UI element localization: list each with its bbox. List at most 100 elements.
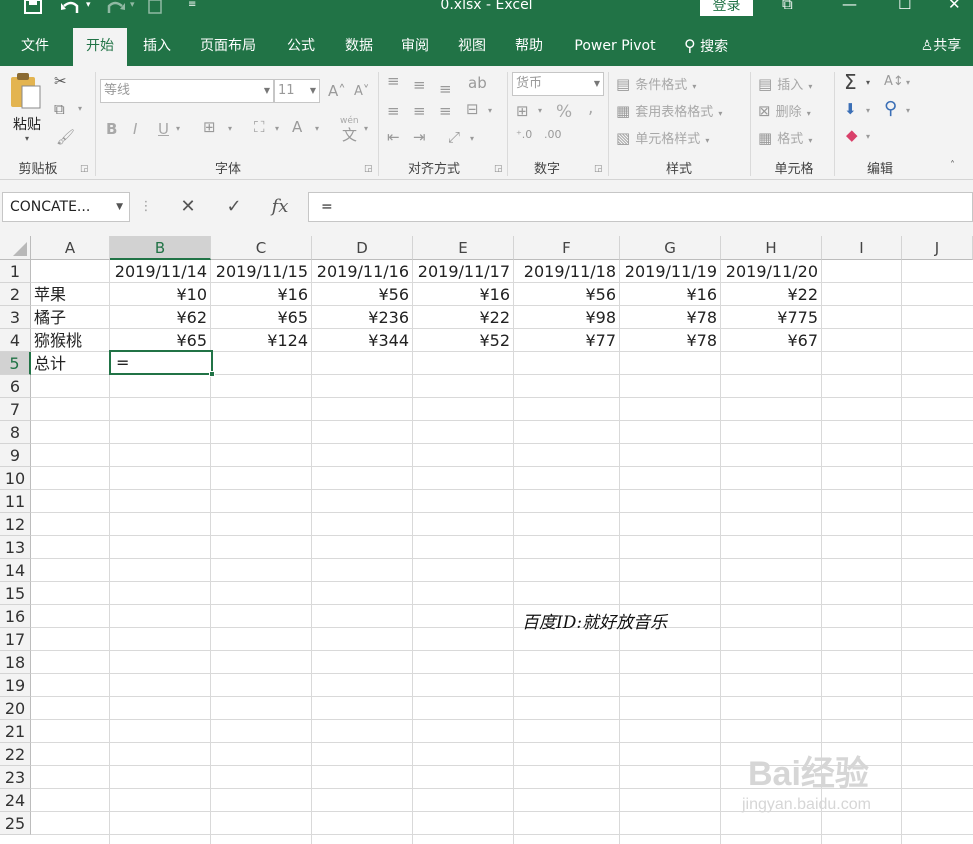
login-button[interactable]: 登录	[700, 0, 753, 16]
align-center-icon[interactable]: ≡	[413, 102, 426, 120]
number-format-combo[interactable]: 货币 ▼	[512, 72, 604, 96]
bold-button[interactable]: B	[106, 120, 117, 138]
row-header-6[interactable]: 6	[0, 375, 31, 398]
row-header-9[interactable]: 9	[0, 444, 31, 467]
tab-power-pivot[interactable]: Power Pivot	[564, 28, 666, 66]
row-header-3[interactable]: 3	[0, 306, 31, 329]
price-cell[interactable]: ¥77	[514, 329, 619, 352]
row-header-5[interactable]: 5	[0, 352, 31, 375]
decrease-font-size-icon[interactable]: A˅	[354, 84, 369, 99]
price-cell[interactable]: ¥65	[211, 306, 311, 329]
row-label-cell[interactable]: 猕猴桃	[31, 329, 109, 352]
row-label-cell[interactable]: 苹果	[31, 283, 109, 306]
accounting-format-icon[interactable]: ⊞	[516, 102, 529, 120]
delete-cells-button[interactable]: ⊠ 删除 ▾	[758, 101, 811, 120]
fill-color-dropdown-icon[interactable]: ▾	[275, 124, 279, 133]
merge-center-icon[interactable]: ⊟	[466, 100, 479, 118]
increase-font-size-icon[interactable]: A˄	[328, 82, 346, 100]
price-cell[interactable]: ¥16	[413, 283, 513, 306]
align-top-icon[interactable]: ≡	[387, 72, 400, 90]
enter-formula-button[interactable]: ✓	[214, 192, 254, 222]
price-cell[interactable]: ¥344	[312, 329, 412, 352]
clipboard-dialog-launcher-icon[interactable]: ◲	[80, 164, 89, 174]
price-cell[interactable]: ¥16	[211, 283, 311, 306]
price-cell[interactable]: ¥22	[721, 283, 821, 306]
format-as-table-button[interactable]: ▦ 套用表格格式 ▾	[616, 101, 722, 120]
clear-dropdown-icon[interactable]: ▾	[866, 132, 870, 141]
conditional-formatting-button[interactable]: ▤ 条件格式 ▾	[616, 74, 696, 93]
orientation-dropdown-icon[interactable]: ▾	[470, 134, 474, 143]
date-header-cell[interactable]: 2019/11/14	[110, 260, 210, 283]
date-header-cell[interactable]: 2019/11/19	[620, 260, 720, 283]
accounting-dropdown-icon[interactable]: ▾	[538, 106, 542, 115]
tab-review[interactable]: 审阅	[390, 28, 440, 66]
row-header-23[interactable]: 23	[0, 766, 31, 789]
column-header-c[interactable]: C	[211, 236, 312, 260]
align-left-icon[interactable]: ≡	[387, 102, 400, 120]
maximize-icon[interactable]: ☐	[898, 0, 911, 13]
row-header-12[interactable]: 12	[0, 513, 31, 536]
fill-handle[interactable]	[209, 371, 215, 377]
tab-view[interactable]: 视图	[447, 28, 497, 66]
find-select-icon[interactable]: ⚲	[884, 98, 897, 119]
column-header-b[interactable]: B	[110, 236, 211, 260]
date-header-cell[interactable]: 2019/11/17	[413, 260, 513, 283]
number-dialog-launcher-icon[interactable]: ◲	[594, 164, 603, 174]
cut-icon[interactable]: ✂	[54, 72, 67, 90]
merge-dropdown-icon[interactable]: ▾	[488, 106, 492, 115]
tab-home[interactable]: 开始	[73, 28, 127, 66]
tab-help[interactable]: 帮助	[504, 28, 554, 66]
decrease-decimal-icon[interactable]: .00	[544, 128, 562, 141]
paste-dropdown-icon[interactable]: ▾	[8, 134, 46, 143]
row-header-11[interactable]: 11	[0, 490, 31, 513]
row-header-10[interactable]: 10	[0, 467, 31, 490]
price-cell[interactable]: ¥56	[514, 283, 619, 306]
column-header-i[interactable]: I	[822, 236, 902, 260]
font-color-dropdown-icon[interactable]: ▾	[315, 124, 319, 133]
date-header-cell[interactable]: 2019/11/20	[721, 260, 821, 283]
find-dropdown-icon[interactable]: ▾	[906, 106, 910, 115]
name-box[interactable]: CONCATE... ▼	[2, 192, 130, 222]
total-label-cell[interactable]: 总计	[31, 352, 109, 375]
row-header-16[interactable]: 16	[0, 605, 31, 628]
tab-insert[interactable]: 插入	[130, 28, 184, 66]
row-header-17[interactable]: 17	[0, 628, 31, 651]
column-header-j[interactable]: J	[902, 236, 973, 260]
minimize-icon[interactable]: —	[842, 0, 857, 13]
price-cell[interactable]: ¥236	[312, 306, 412, 329]
font-name-combo[interactable]: 等线 ▼	[100, 79, 274, 103]
fill-down-icon[interactable]: ⬇	[844, 100, 857, 118]
align-right-icon[interactable]: ≡	[439, 102, 452, 120]
worksheet-grid[interactable]: ABCDEFGHIJ 1 2 3 4 5 6 7 8 9 10 11 12 13 14 15 16 17 18 19…	[0, 236, 973, 844]
close-icon[interactable]: ✕	[948, 0, 961, 13]
row-header-21[interactable]: 21	[0, 720, 31, 743]
tab-file[interactable]: 文件	[8, 28, 62, 66]
row-header-18[interactable]: 18	[0, 651, 31, 674]
row-header-24[interactable]: 24	[0, 789, 31, 812]
column-header-a[interactable]: A	[31, 236, 110, 260]
price-cell[interactable]: ¥78	[620, 306, 720, 329]
autosum-icon[interactable]: Σ	[844, 70, 857, 94]
borders-dropdown-icon[interactable]: ▾	[228, 124, 232, 133]
date-header-cell[interactable]: 2019/11/16	[312, 260, 412, 283]
tab-formulas[interactable]: 公式	[276, 28, 326, 66]
paste-button[interactable]: 粘贴 ▾	[8, 72, 46, 143]
copy-dropdown-icon[interactable]: ▾	[78, 104, 82, 113]
underline-button[interactable]: U	[158, 120, 169, 138]
format-painter-icon[interactable]: 🖌	[56, 128, 75, 146]
percent-style-button[interactable]: %	[556, 102, 572, 122]
formula-bar-drag-handle[interactable]: ⋮	[136, 192, 156, 222]
font-color-icon[interactable]: A	[292, 118, 302, 136]
font-dialog-launcher-icon[interactable]: ◲	[364, 164, 373, 174]
collapse-ribbon-icon[interactable]: ˄	[950, 160, 955, 171]
row-header-25[interactable]: 25	[0, 812, 31, 835]
price-cell[interactable]: ¥16	[620, 283, 720, 306]
format-cells-button[interactable]: ▦ 格式 ▾	[758, 128, 812, 147]
borders-icon[interactable]: ⊞	[203, 118, 216, 136]
wrap-text-icon[interactable]: ab	[468, 74, 487, 92]
tell-me-search[interactable]: ⚲ 搜索	[684, 28, 744, 66]
column-header-d[interactable]: D	[312, 236, 413, 260]
date-header-cell[interactable]: 2019/11/18	[514, 260, 619, 283]
tab-data[interactable]: 数据	[334, 28, 384, 66]
row-header-19[interactable]: 19	[0, 674, 31, 697]
